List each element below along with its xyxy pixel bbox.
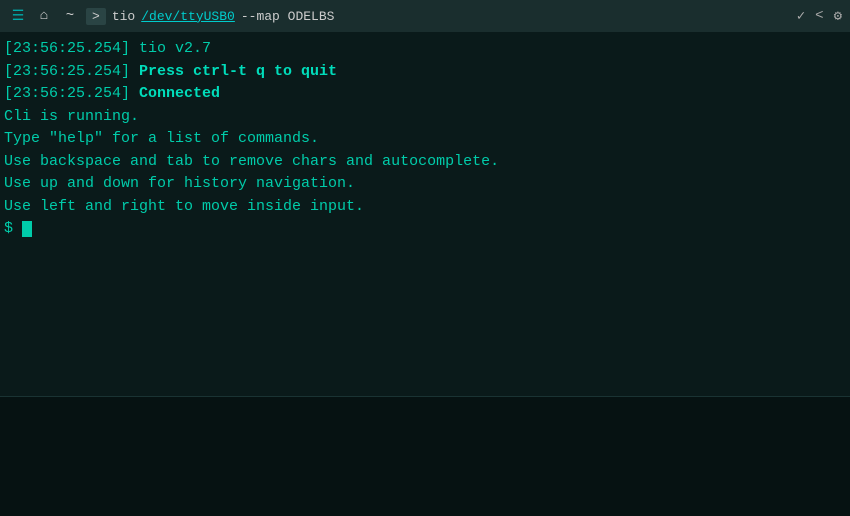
line-1: [23:56:25.254] tio v2.7 bbox=[4, 38, 846, 61]
settings-action[interactable]: ⚙ bbox=[834, 8, 842, 25]
line-5: Type "help" for a list of commands. bbox=[4, 128, 846, 151]
bars-icon: ☰ bbox=[8, 6, 28, 26]
arrow-indicator: > bbox=[86, 8, 106, 25]
titlebar: ☰ ⌂ ~ > tio /dev/ttyUSB0 --map ODELBS ✓ … bbox=[0, 0, 850, 32]
cmd-rest: --map ODELBS bbox=[241, 9, 335, 24]
titlebar-actions: ✓ < ⚙ bbox=[797, 8, 842, 25]
cmd-prefix: tio bbox=[112, 9, 135, 24]
back-action[interactable]: < bbox=[815, 8, 823, 24]
bottom-panel bbox=[0, 396, 850, 516]
line-2: [23:56:25.254] Press ctrl-t q to quit bbox=[4, 61, 846, 84]
wave-icon: ~ bbox=[60, 6, 80, 26]
cmd-link[interactable]: /dev/ttyUSB0 bbox=[141, 9, 235, 24]
line-8: Use left and right to move inside input. bbox=[4, 196, 846, 219]
cursor bbox=[22, 221, 32, 237]
terminal-output: [23:56:25.254] tio v2.7 [23:56:25.254] P… bbox=[0, 32, 850, 396]
line-3: [23:56:25.254] Connected bbox=[4, 83, 846, 106]
home-icon: ⌂ bbox=[34, 6, 54, 26]
line-prompt[interactable]: $ bbox=[4, 218, 846, 241]
check-action[interactable]: ✓ bbox=[797, 8, 805, 25]
line-4: Cli is running. bbox=[4, 106, 846, 129]
line-7: Use up and down for history navigation. bbox=[4, 173, 846, 196]
line-6: Use backspace and tab to remove chars an… bbox=[4, 151, 846, 174]
